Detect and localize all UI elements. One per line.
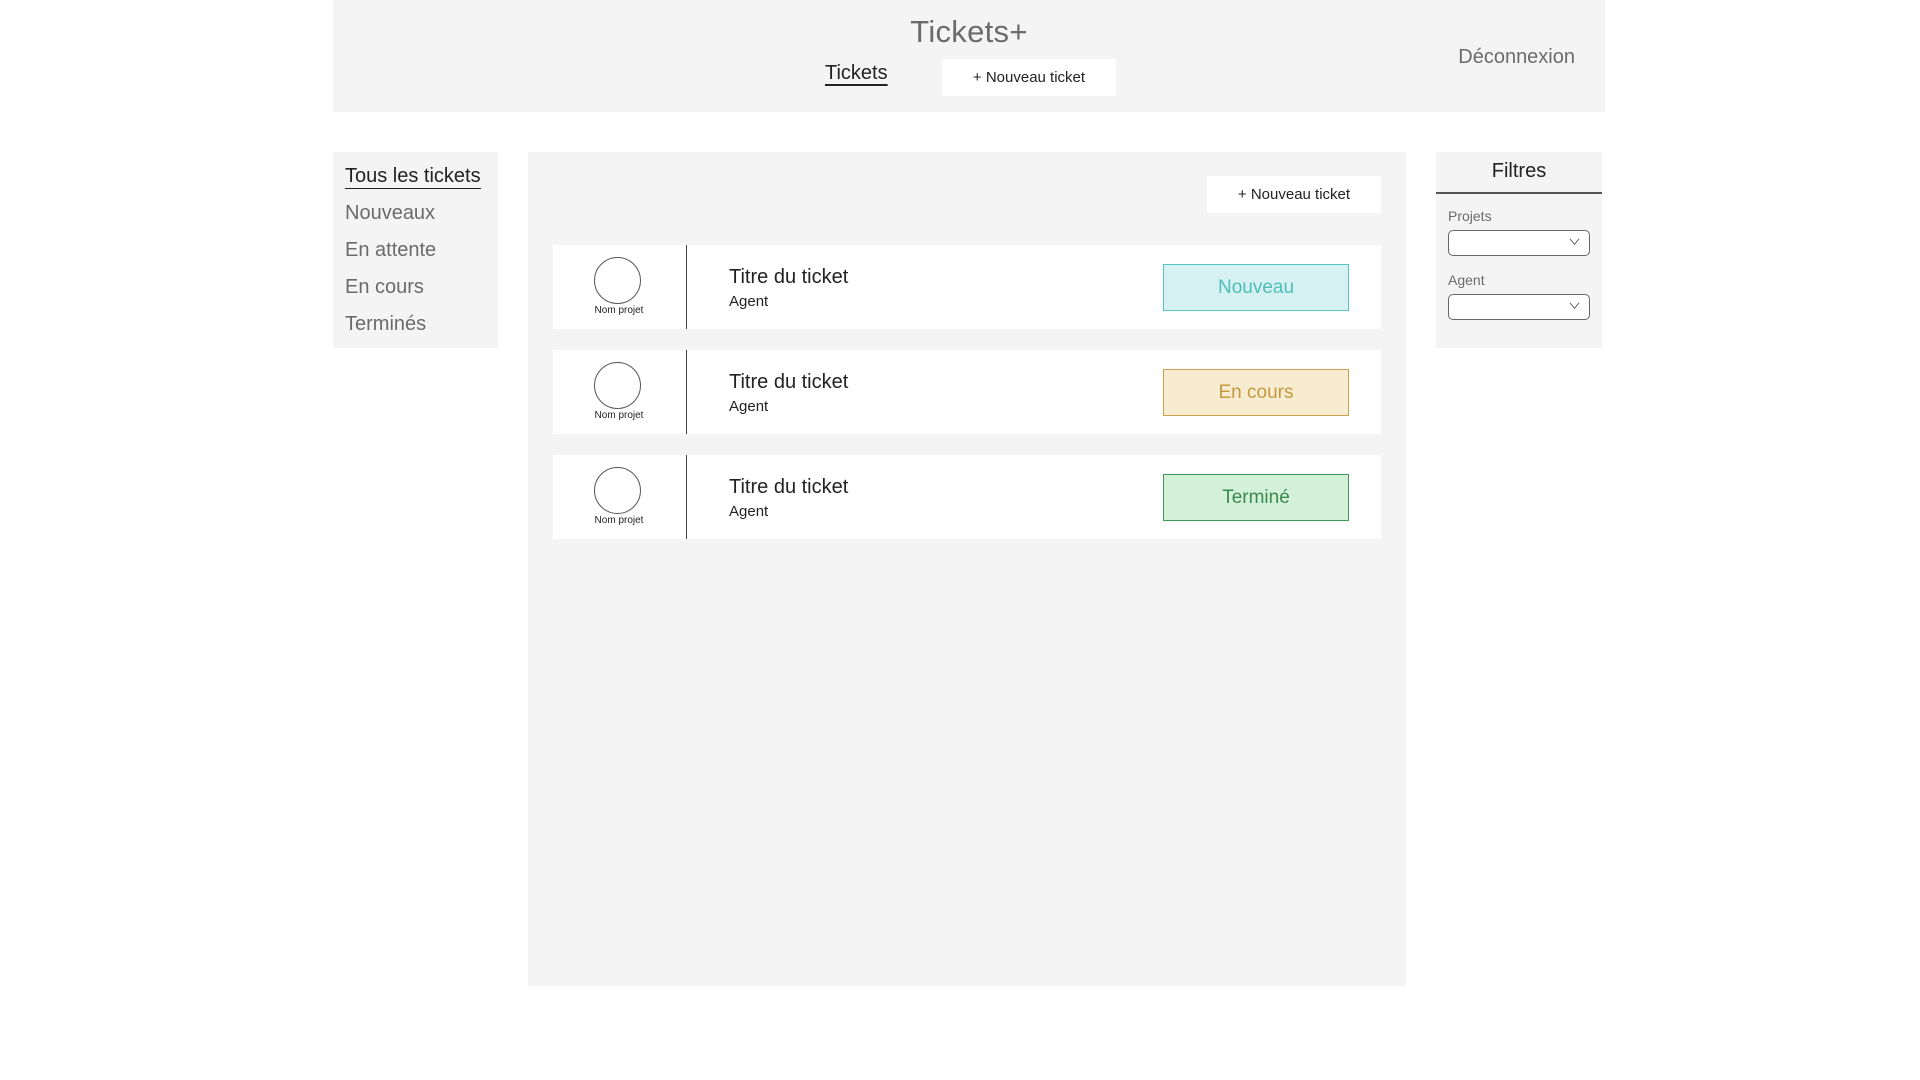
ticket-title: Titre du ticket (729, 266, 849, 288)
status-badge: Terminé (1163, 474, 1349, 521)
new-ticket-button[interactable]: + Nouveau ticket (1207, 176, 1381, 213)
status-sidebar: Tous les tickets Nouveaux En attente En … (333, 152, 498, 348)
ticket-title: Titre du ticket (729, 476, 849, 498)
chevron-down-icon (1569, 302, 1580, 309)
top-header: Tickets+ Tickets + Nouveau ticket Déconn… (333, 0, 1605, 112)
status-badge: En cours (1163, 369, 1349, 416)
filters-title: Filtres (1436, 152, 1602, 194)
sidebar-item-label: Terminés (345, 313, 427, 335)
projects-filter-select[interactable] (1448, 230, 1590, 256)
project-column: Nom projet (553, 455, 687, 539)
sidebar-item-done[interactable]: Terminés (345, 310, 486, 347)
sidebar-item-label: En attente (345, 239, 437, 261)
ticket-row[interactable]: Nom projet Titre du ticket Agent En cour… (553, 350, 1381, 434)
sidebar-item-label: En cours (345, 276, 424, 298)
agent-filter-select[interactable] (1448, 294, 1590, 320)
sidebar-item-all-tickets[interactable]: Tous les tickets (345, 162, 486, 199)
ticket-agent: Agent (729, 293, 769, 310)
project-avatar (594, 467, 641, 514)
agent-filter-label: Agent (1448, 272, 1485, 288)
sidebar-item-new[interactable]: Nouveaux (345, 199, 486, 236)
filters-panel: Filtres Projets Agent (1436, 152, 1602, 348)
projects-filter-label: Projets (1448, 208, 1492, 224)
header-new-ticket-button[interactable]: + Nouveau ticket (942, 59, 1116, 96)
ticket-title: Titre du ticket (729, 371, 849, 393)
sidebar-item-in-progress[interactable]: En cours (345, 273, 486, 310)
status-badge: Nouveau (1163, 264, 1349, 311)
project-name: Nom projet (594, 305, 644, 316)
ticket-row[interactable]: Nom projet Titre du ticket Agent Terminé (553, 455, 1381, 539)
ticket-agent: Agent (729, 398, 769, 415)
sidebar-item-waiting[interactable]: En attente (345, 236, 486, 273)
project-column: Nom projet (553, 350, 687, 434)
project-name: Nom projet (594, 410, 644, 421)
ticket-agent: Agent (729, 503, 769, 520)
project-avatar (594, 257, 641, 304)
ticket-list-panel: + Nouveau ticket Nom projet Titre du tic… (528, 152, 1406, 986)
app-title: Tickets+ (910, 14, 1028, 49)
project-column: Nom projet (553, 245, 687, 329)
sidebar-item-label: Nouveaux (345, 202, 436, 224)
project-avatar (594, 362, 641, 409)
sidebar-item-label: Tous les tickets (345, 165, 481, 189)
logout-link[interactable]: Déconnexion (1458, 46, 1575, 69)
tab-tickets[interactable]: Tickets (825, 62, 888, 85)
project-name: Nom projet (594, 515, 644, 526)
chevron-down-icon (1569, 238, 1580, 245)
ticket-row[interactable]: Nom projet Titre du ticket Agent Nouveau (553, 245, 1381, 329)
